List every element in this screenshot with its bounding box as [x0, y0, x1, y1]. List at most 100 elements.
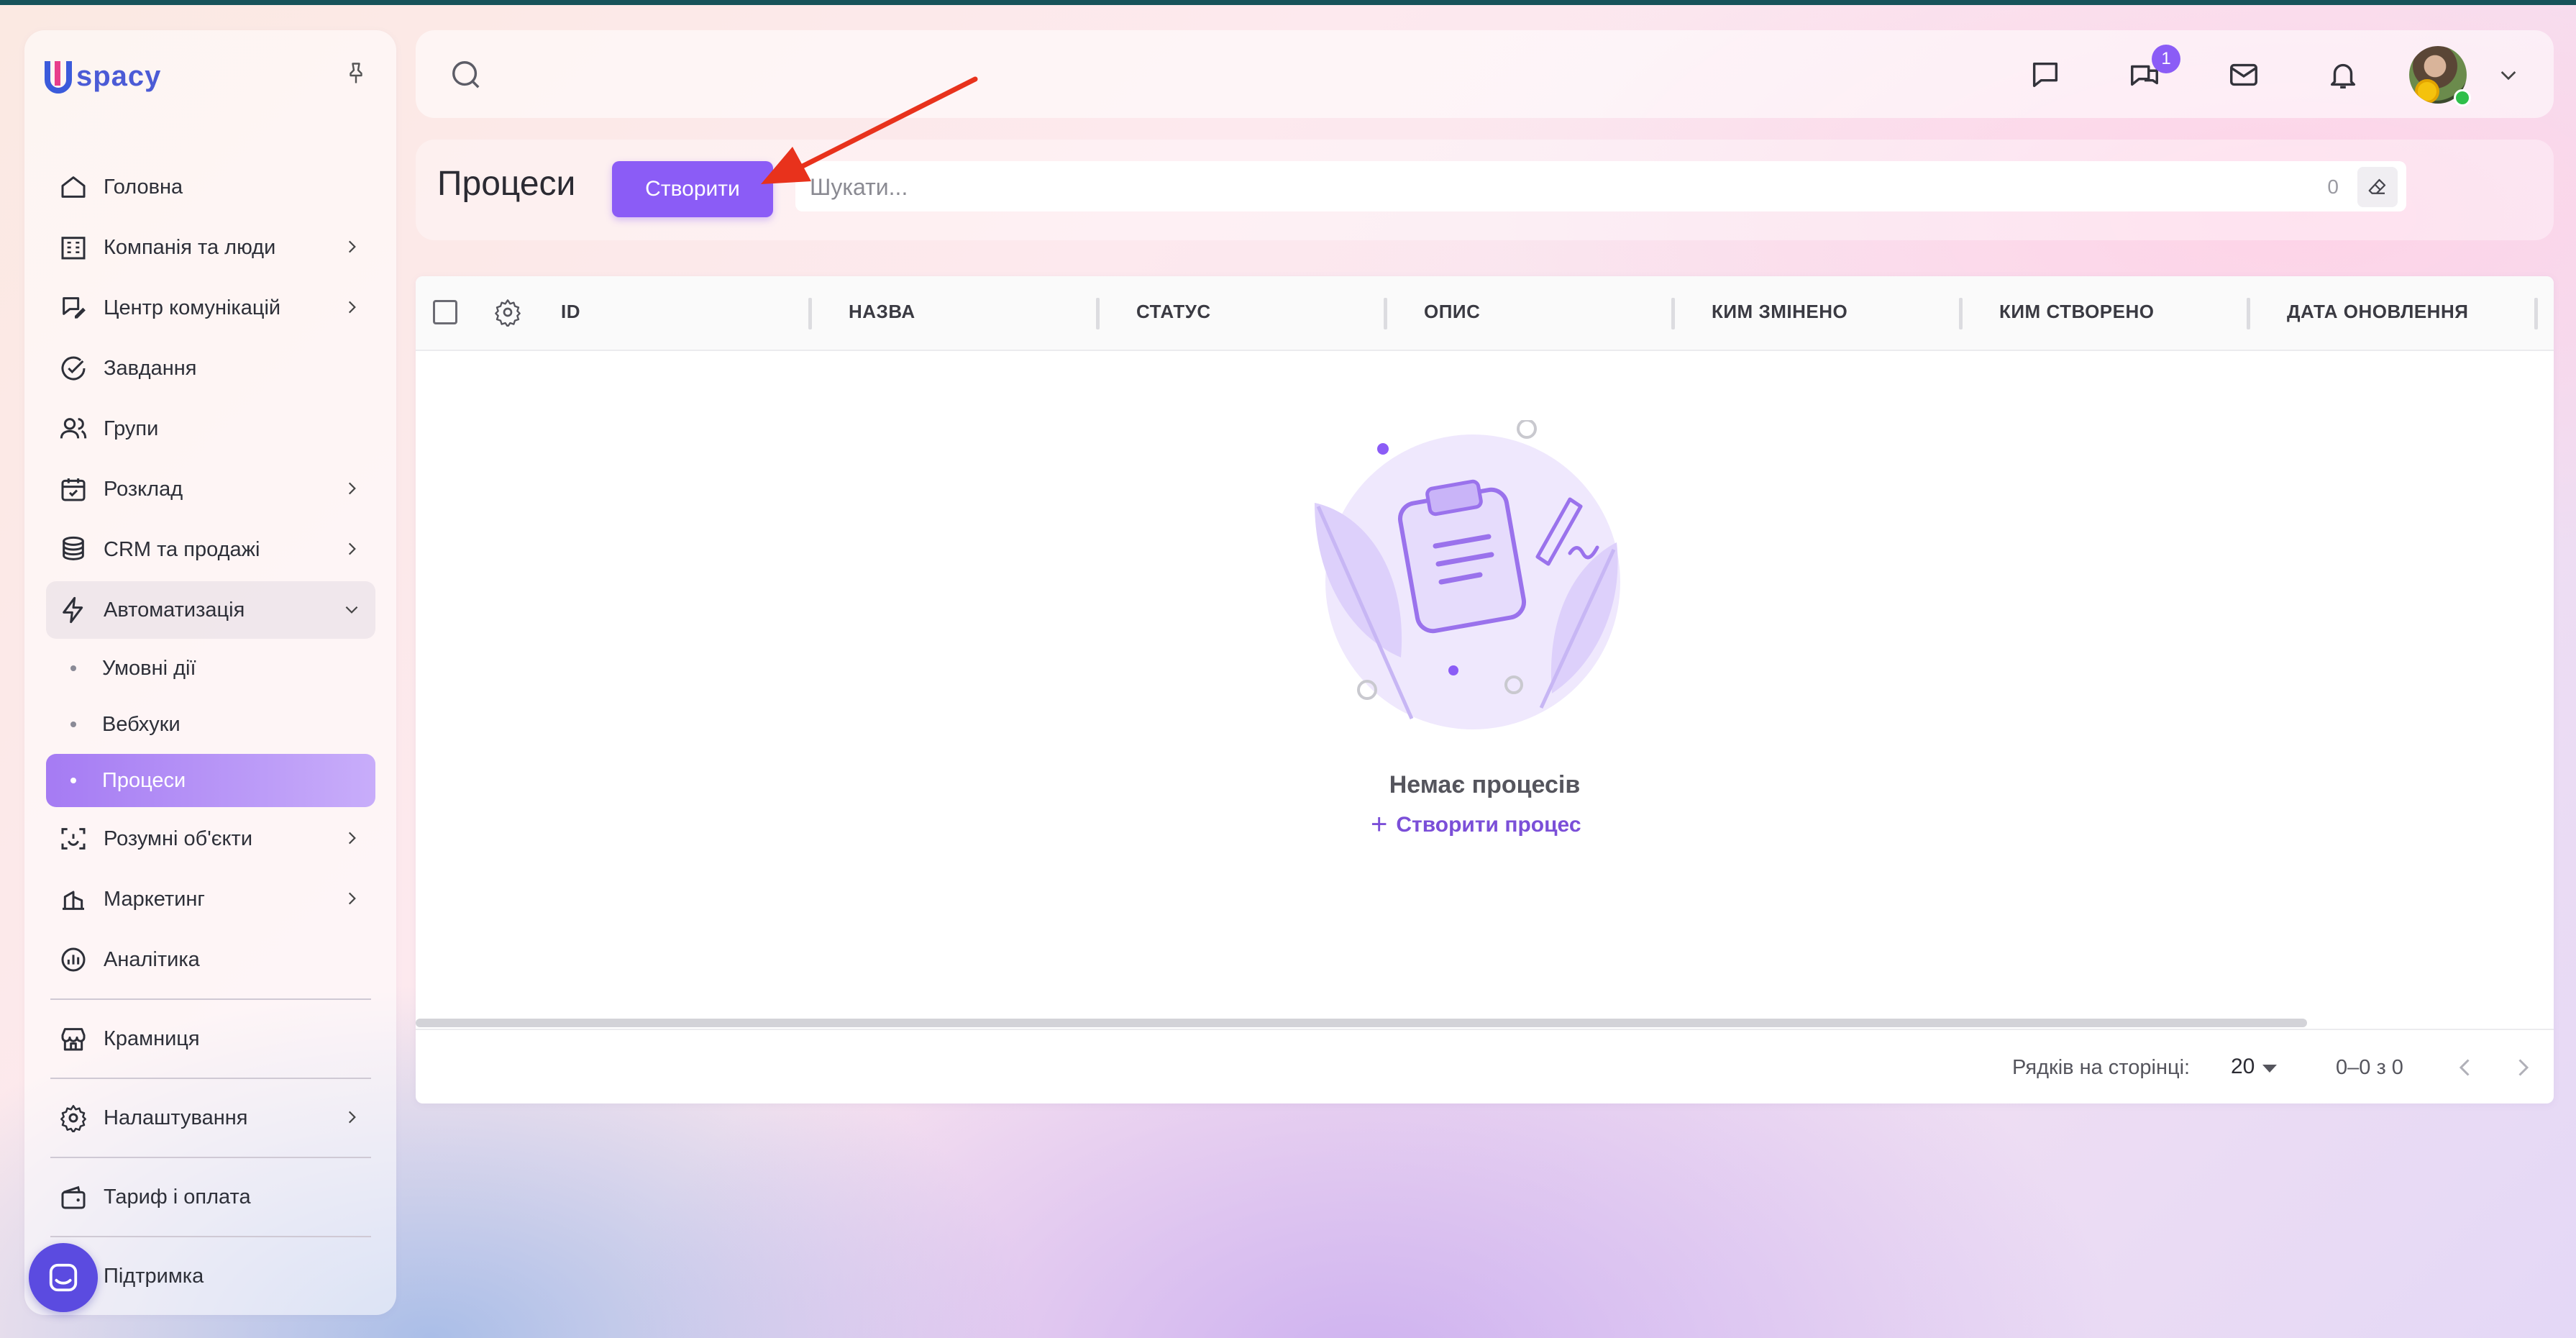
store-icon	[58, 1023, 89, 1055]
horizontal-scrollbar[interactable]	[416, 1019, 2307, 1027]
sidebar-item-home[interactable]: Головна	[46, 158, 375, 216]
chat-widget-icon	[49, 1263, 78, 1292]
sidebar-item-marketing[interactable]: Маркетинг	[46, 870, 375, 928]
column-resizer[interactable]	[2247, 298, 2250, 329]
search-field[interactable]: 0	[795, 161, 2406, 213]
sidebar-item-store[interactable]: Крамниця	[46, 1010, 375, 1068]
column-resizer[interactable]	[1384, 298, 1387, 329]
sidebar-subitem-webhooks[interactable]: Вебхуки	[46, 698, 375, 751]
processes-table: ID НАЗВА СТАТУС ОПИС КИМ ЗМІНЕНО КИМ СТВ…	[416, 276, 2554, 1103]
sidebar-subitem-processes[interactable]: Процеси	[46, 754, 375, 807]
clear-search-button[interactable]	[2357, 167, 2398, 207]
sidebar-item-company[interactable]: Компанія та люди	[46, 219, 375, 276]
rows-per-page-label: Рядків на сторінці:	[2012, 1056, 2191, 1079]
search-input[interactable]	[808, 161, 2250, 213]
sidebar-item-settings[interactable]: Налаштування	[46, 1089, 375, 1147]
sidebar-item-label: Аналітика	[104, 947, 200, 971]
next-page-icon[interactable]	[2510, 1055, 2536, 1080]
sidebar-item-label: Крамниця	[104, 1027, 200, 1050]
column-header-modified-by[interactable]: КИМ ЗМІНЕНО	[1712, 301, 1847, 323]
wallet-icon	[58, 1181, 89, 1213]
chevron-down-icon	[345, 606, 358, 614]
column-header-created-by[interactable]: КИМ СТВОРЕНО	[1999, 301, 2155, 323]
column-header-description[interactable]: ОПИС	[1424, 301, 1480, 323]
column-header-updated-date[interactable]: ДАТА ОНОВЛЕННЯ	[2287, 301, 2468, 323]
sidebar-subitem-label: Умовні дії	[102, 656, 196, 680]
search-count: 0	[2327, 176, 2339, 198]
sidebar-item-crm[interactable]: CRM та продажі	[46, 521, 375, 578]
sidebar-divider	[50, 998, 371, 1000]
column-resizer[interactable]	[1096, 298, 1100, 329]
home-icon	[58, 171, 89, 203]
column-header-name[interactable]: НАЗВА	[849, 301, 915, 323]
eraser-icon	[2368, 178, 2386, 194]
sidebar-item-label: Головна	[104, 175, 183, 199]
bell-icon[interactable]	[2326, 58, 2360, 92]
sidebar-item-label: Маркетинг	[104, 887, 205, 911]
chevron-right-icon	[348, 301, 356, 314]
settings-icon	[58, 1102, 89, 1134]
online-status-indicator	[2454, 89, 2471, 106]
chevron-right-icon	[348, 892, 356, 905]
search-icon[interactable]	[449, 58, 483, 92]
pagination-range: 0–0 з 0	[2336, 1056, 2403, 1079]
sidebar-item-label: Компанія та люди	[104, 235, 276, 259]
sidebar-item-label: Підтримка	[104, 1264, 204, 1288]
rows-per-page-select[interactable]: 20	[2231, 1055, 2255, 1079]
support-chat-button[interactable]	[29, 1243, 98, 1312]
sidebar: spacy Головна Компанія та люди Центр ком…	[24, 30, 396, 1315]
mail-icon[interactable]	[2226, 58, 2261, 92]
create-process-link[interactable]: + Створити процес	[1371, 809, 1581, 841]
column-resizer[interactable]	[1959, 298, 1963, 329]
column-header-id[interactable]: ID	[561, 301, 580, 323]
sidebar-item-label: CRM та продажі	[104, 537, 260, 561]
sidebar-item-label: Автоматизація	[104, 598, 245, 622]
sidebar-subitem-label: Вебхуки	[102, 712, 181, 736]
sidebar-item-groups[interactable]: Групи	[46, 400, 375, 458]
page-toolbar: Процеси Створити 0	[416, 140, 2554, 240]
table-header: ID НАЗВА СТАТУС ОПИС КИМ ЗМІНЕНО КИМ СТВ…	[416, 276, 2554, 351]
crm-icon	[58, 534, 89, 565]
page-title: Процеси	[437, 165, 576, 203]
sidebar-item-automation[interactable]: Автоматизація	[46, 581, 375, 639]
dropdown-caret-icon[interactable]	[2262, 1065, 2277, 1073]
select-all-checkbox[interactable]	[433, 300, 457, 324]
sidebar-item-label: Групи	[104, 417, 159, 440]
sidebar-item-communications[interactable]: Центр комунікацій	[46, 279, 375, 337]
bullet-icon	[70, 665, 76, 671]
chevron-right-icon	[348, 832, 356, 845]
chevron-down-icon[interactable]	[2497, 63, 2520, 86]
top-header	[416, 30, 2554, 118]
chat-icon[interactable]	[2028, 58, 2063, 92]
communications-icon	[58, 292, 89, 324]
sidebar-item-label: Завдання	[104, 356, 197, 380]
column-resizer[interactable]	[2534, 298, 2538, 329]
sidebar-subitem-conditional-actions[interactable]: Умовні дії	[46, 642, 375, 695]
empty-state-text: Немає процесів	[1389, 771, 1581, 798]
column-header-status[interactable]: СТАТУС	[1136, 301, 1211, 323]
chat-badge: 1	[2152, 45, 2180, 73]
sidebar-subitem-label: Процеси	[102, 768, 186, 792]
tasks-icon	[58, 352, 89, 384]
column-resizer[interactable]	[1671, 298, 1675, 329]
chevron-right-icon	[348, 542, 356, 555]
sidebar-item-label: Тариф і оплата	[104, 1185, 251, 1209]
pin-icon[interactable]	[343, 59, 369, 88]
sidebar-item-smart-objects[interactable]: Розумні об'єкти	[46, 810, 375, 868]
logo[interactable]: spacy	[45, 55, 161, 98]
sidebar-item-tasks[interactable]: Завдання	[46, 340, 375, 397]
column-resizer[interactable]	[808, 298, 812, 329]
sidebar-divider	[50, 1236, 371, 1237]
marketing-icon	[58, 883, 89, 915]
sidebar-divider	[50, 1157, 371, 1158]
sidebar-item-label: Центр комунікацій	[104, 296, 281, 319]
sidebar-item-analytics[interactable]: Аналітика	[46, 931, 375, 988]
sidebar-nav: Головна Компанія та люди Центр комунікац…	[46, 158, 375, 1308]
sidebar-item-schedule[interactable]: Розклад	[46, 460, 375, 518]
previous-page-icon[interactable]	[2452, 1055, 2478, 1080]
column-settings-icon[interactable]	[493, 298, 522, 327]
logo-mark-icon	[45, 61, 72, 94]
logo-text: spacy	[76, 60, 162, 92]
sidebar-item-billing[interactable]: Тариф і оплата	[46, 1168, 375, 1226]
sidebar-item-label: Налаштування	[104, 1106, 248, 1129]
